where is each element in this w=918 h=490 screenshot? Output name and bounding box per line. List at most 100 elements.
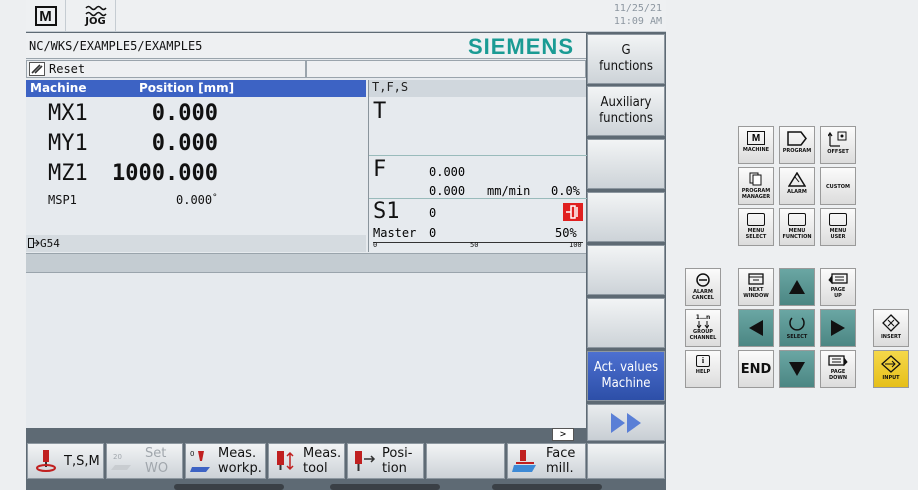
axis-value-mz1: 1000.000 [112,161,218,186]
key-page-up-label: PAGE UP [830,287,846,299]
machine-mode-icon: M [34,6,57,26]
key-arrow-up[interactable] [779,268,815,306]
top-bar: M JOG 11/25/21 11:09 AM [26,0,666,32]
key-alarm[interactable]: ALARM [779,167,815,205]
spindle-stop-icon [563,203,583,221]
softkey-tsm[interactable]: T,S,M [27,443,104,479]
key-page-up[interactable]: PAGE UP [820,268,856,306]
key-menu-function[interactable]: MENU FUNCTION [779,208,815,246]
program-path-row: NC/WKS/EXAMPLE5/EXAMPLE5 SIEMENS [26,33,586,59]
softkey-act-values-label: Act. values Machine [593,360,659,391]
softkey-auxiliary-functions-label: Auxiliary functions [599,95,653,126]
softkey-position[interactable]: Posi- tion [347,443,424,479]
program-manager-icon [749,172,762,186]
softkey-face-mill[interactable]: Face mill. [507,443,586,479]
softkey-v3[interactable] [587,139,665,189]
key-insert[interactable]: INSERT [873,309,909,347]
bezel-button-1 [174,484,284,490]
key-program-manager[interactable]: PROGRAM MANAGER [738,167,774,205]
key-offset[interactable]: OFFSET [820,126,856,164]
key-machine-label: MACHINE [742,147,770,153]
axis-value-mx1: 0.000 [151,101,218,126]
f-s-divider [369,198,587,199]
key-custom-label: CUSTOM [826,184,850,190]
softkey-set-wo-label: Set WO [145,446,169,476]
softkey-v4[interactable] [587,192,665,242]
feed-unit: mm/min [487,184,531,198]
softkey-h6[interactable] [426,443,505,479]
softkey-v6[interactable] [587,298,665,348]
key-program[interactable]: PROGRAM [779,126,815,164]
softkey-meas-tool[interactable]: Meas. tool [268,443,345,479]
spindle-axis-value: 0.000° [176,193,218,207]
group-channel-icon [697,321,709,329]
hmi-screen: M JOG 11/25/21 11:09 AM NC/WKS/EXAMPLE5/… [26,0,666,490]
master-label: Master [373,226,417,240]
softkey-tsm-label: T,S,M [64,453,100,469]
work-offset-icon [28,238,40,248]
softkey-v9[interactable] [587,443,665,479]
machine-area-button[interactable]: M [26,0,66,32]
tfs-header: T,F,S [368,80,586,97]
set-work-offset-icon: 20 [111,453,131,470]
master-value: 0 [429,226,437,240]
key-arrow-right[interactable] [820,309,856,347]
softkey-act-values-machine[interactable]: Act. values Machine [587,351,665,401]
key-select-label: SELECT [786,334,808,340]
softkey-meas-tool-label: Meas. tool [303,446,342,476]
softkey-v5[interactable] [587,245,665,295]
work-offset-row: G54 [26,235,366,252]
key-page-down[interactable]: PAGE DOWN [820,350,856,388]
axis-position-pane: MX1 0.000 MY1 0.000 MZ1 1000.000 MSP1 0.… [26,97,366,252]
key-alarm-cancel-label: ALARM CANCEL [692,289,714,301]
position-icon [355,451,376,471]
softkey-meas-workpiece[interactable]: 0 Meas. workp. [185,443,266,479]
softkey-set-wo[interactable]: 20 Set WO [106,443,183,479]
key-menu-select[interactable]: MENU SELECT [738,208,774,246]
key-help[interactable]: i HELP [685,350,721,388]
spindle-axis-value-text: 0.000 [176,193,213,207]
key-arrow-left[interactable] [738,309,774,347]
softkey-g-functions-label: G functions [599,43,653,74]
scroll-right-indicator[interactable]: > [552,428,574,441]
key-menu-user[interactable]: MENU USER [820,208,856,246]
spindle-label: S1 [373,199,400,224]
key-input[interactable]: INPUT [873,350,909,388]
channel-message-field [306,60,586,78]
bezel-button-3 [492,484,602,490]
key-machine[interactable]: M MACHINE [738,126,774,164]
softkey-g-functions[interactable]: G functions [587,34,665,84]
key-custom[interactable]: CUSTOM [820,167,856,205]
menu-select-icon [747,213,765,226]
jog-label: JOG [85,16,106,27]
key-alarm-cancel[interactable]: ALARM CANCEL [685,268,721,306]
bezel-button-2 [330,484,440,490]
key-menu-function-label: MENU FUNCTION [782,228,812,240]
feed-override-pct: 0.0% [551,184,580,198]
master-override-pct: 50% [555,226,577,240]
tool-label: T [373,99,387,124]
measure-workpiece-icon: 0 [190,450,210,472]
key-menu-user-label: MENU USER [829,228,847,240]
feed-label: F [373,157,387,182]
svg-text:0: 0 [190,450,194,458]
key-next-window-label: NEXT WINDOW [743,287,769,299]
key-group-channel[interactable]: 1…n GROUP CHANNEL [685,309,721,347]
input-icon [881,355,901,373]
key-end[interactable]: END [738,350,774,388]
key-help-label: HELP [695,369,711,375]
key-page-down-label: PAGE DOWN [828,369,848,381]
menu-function-icon [788,213,806,226]
softkey-face-mill-label: Face mill. [546,446,576,476]
key-arrow-down[interactable] [779,350,815,388]
key-program-manager-label: PROGRAM MANAGER [741,188,771,200]
menu-user-icon [829,213,847,226]
key-next-window[interactable]: NEXT WINDOW [738,268,774,306]
softkey-auxiliary-functions[interactable]: Auxiliary functions [587,86,665,136]
key-alarm-label: ALARM [787,189,807,195]
key-select[interactable]: SELECT [779,309,815,347]
softkey-next-page[interactable] [587,404,665,441]
spindle-axis-name: MSP1 [48,193,77,207]
arrow-up-icon [789,280,805,294]
time-text: 11:09 AM [613,16,662,27]
